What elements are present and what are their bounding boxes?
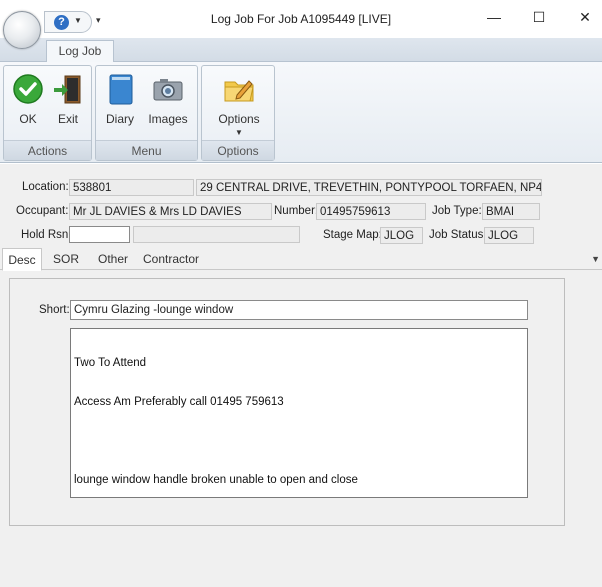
description-line: Access Am Preferably call 01495 759613 [74, 396, 284, 408]
ok-label: OK [19, 112, 37, 126]
description-line: Two To Attend [74, 357, 147, 369]
maximize-button[interactable]: ☐ [524, 6, 554, 28]
occupant-field[interactable]: Mr JL DAVIES & Mrs LD DAVIES [69, 203, 272, 220]
ribbon-group-menu: Diary Images Menu [95, 65, 198, 161]
folder-pencil-icon [224, 80, 254, 102]
tab-other[interactable]: Other [92, 248, 134, 270]
close-button[interactable]: ✕ [570, 6, 600, 28]
description-line: lounge window handle broken unable to op… [74, 474, 358, 486]
job-status-field[interactable]: JLOG [484, 227, 534, 244]
short-description-input[interactable]: Cymru Glazing -lounge window [70, 300, 528, 320]
group-label-menu: Menu [96, 140, 197, 160]
ribbon: OK Exit Actions Diary Images Menu Option… [0, 62, 602, 163]
number-label: Number: [274, 205, 319, 217]
images-label: Images [148, 112, 188, 126]
application-menu-button[interactable] [3, 11, 41, 49]
exit-button[interactable]: Exit [47, 70, 89, 128]
detail-tab-strip: Desc SOR Other Contractor ▼ [0, 248, 602, 271]
short-label: Short: [39, 304, 70, 316]
job-type-field[interactable]: BMAI [482, 203, 540, 220]
long-description-textarea[interactable]: Two To Attend Access Am Preferably call … [70, 328, 528, 498]
hold-reason-input[interactable] [69, 226, 130, 243]
diary-button[interactable]: Diary [99, 70, 141, 128]
location-label: Location: [22, 181, 69, 193]
camera-icon [153, 79, 183, 101]
options-button[interactable]: Options ▼ [215, 70, 263, 137]
hold-reason-description-field[interactable] [133, 226, 300, 243]
ribbon-group-actions: OK Exit Actions [3, 65, 92, 161]
chevron-down-icon[interactable]: ▼ [591, 254, 600, 264]
job-type-label: Job Type: [432, 205, 482, 217]
hold-reason-label: Hold Rsn: [21, 229, 72, 241]
minimize-button[interactable]: — [479, 6, 509, 28]
ok-button[interactable]: OK [7, 70, 49, 128]
tab-log-job[interactable]: Log Job [46, 40, 114, 63]
location-address-field[interactable]: 29 CENTRAL DRIVE, TREVETHIN, PONTYPOOL T… [196, 179, 542, 196]
ribbon-group-options: Options ▼ Options [201, 65, 275, 161]
chevron-down-icon: ▼ [235, 128, 243, 137]
window-title: Log Job For Job A1095449 [LIVE] [210, 12, 392, 26]
title-bar: ? ▼ ▾ Log Job For Job A1095449 [LIVE] — … [0, 0, 602, 38]
tab-contractor[interactable]: Contractor [140, 248, 202, 270]
number-field[interactable]: 01495759613 [316, 203, 426, 220]
stage-map-field[interactable]: JLOG [380, 227, 423, 244]
group-label-options: Options [202, 140, 274, 160]
images-button[interactable]: Images [144, 70, 192, 128]
stage-map-label: Stage Map: [323, 229, 382, 241]
occupant-label: Occupant: [16, 205, 69, 217]
ribbon-tab-strip: Log Job [0, 38, 602, 63]
description-line [74, 435, 524, 448]
diary-label: Diary [105, 112, 134, 126]
options-label: Options [218, 112, 260, 126]
tab-sor[interactable]: SOR [48, 248, 84, 270]
diary-book-icon [109, 74, 133, 105]
exit-label: Exit [57, 112, 78, 126]
exit-door-icon [54, 75, 81, 104]
tab-desc[interactable]: Desc [2, 248, 42, 271]
group-label-actions: Actions [4, 140, 91, 160]
location-code-field[interactable]: 538801 [69, 179, 194, 196]
ok-check-icon [13, 74, 43, 104]
job-status-label: Job Status: [429, 229, 487, 241]
